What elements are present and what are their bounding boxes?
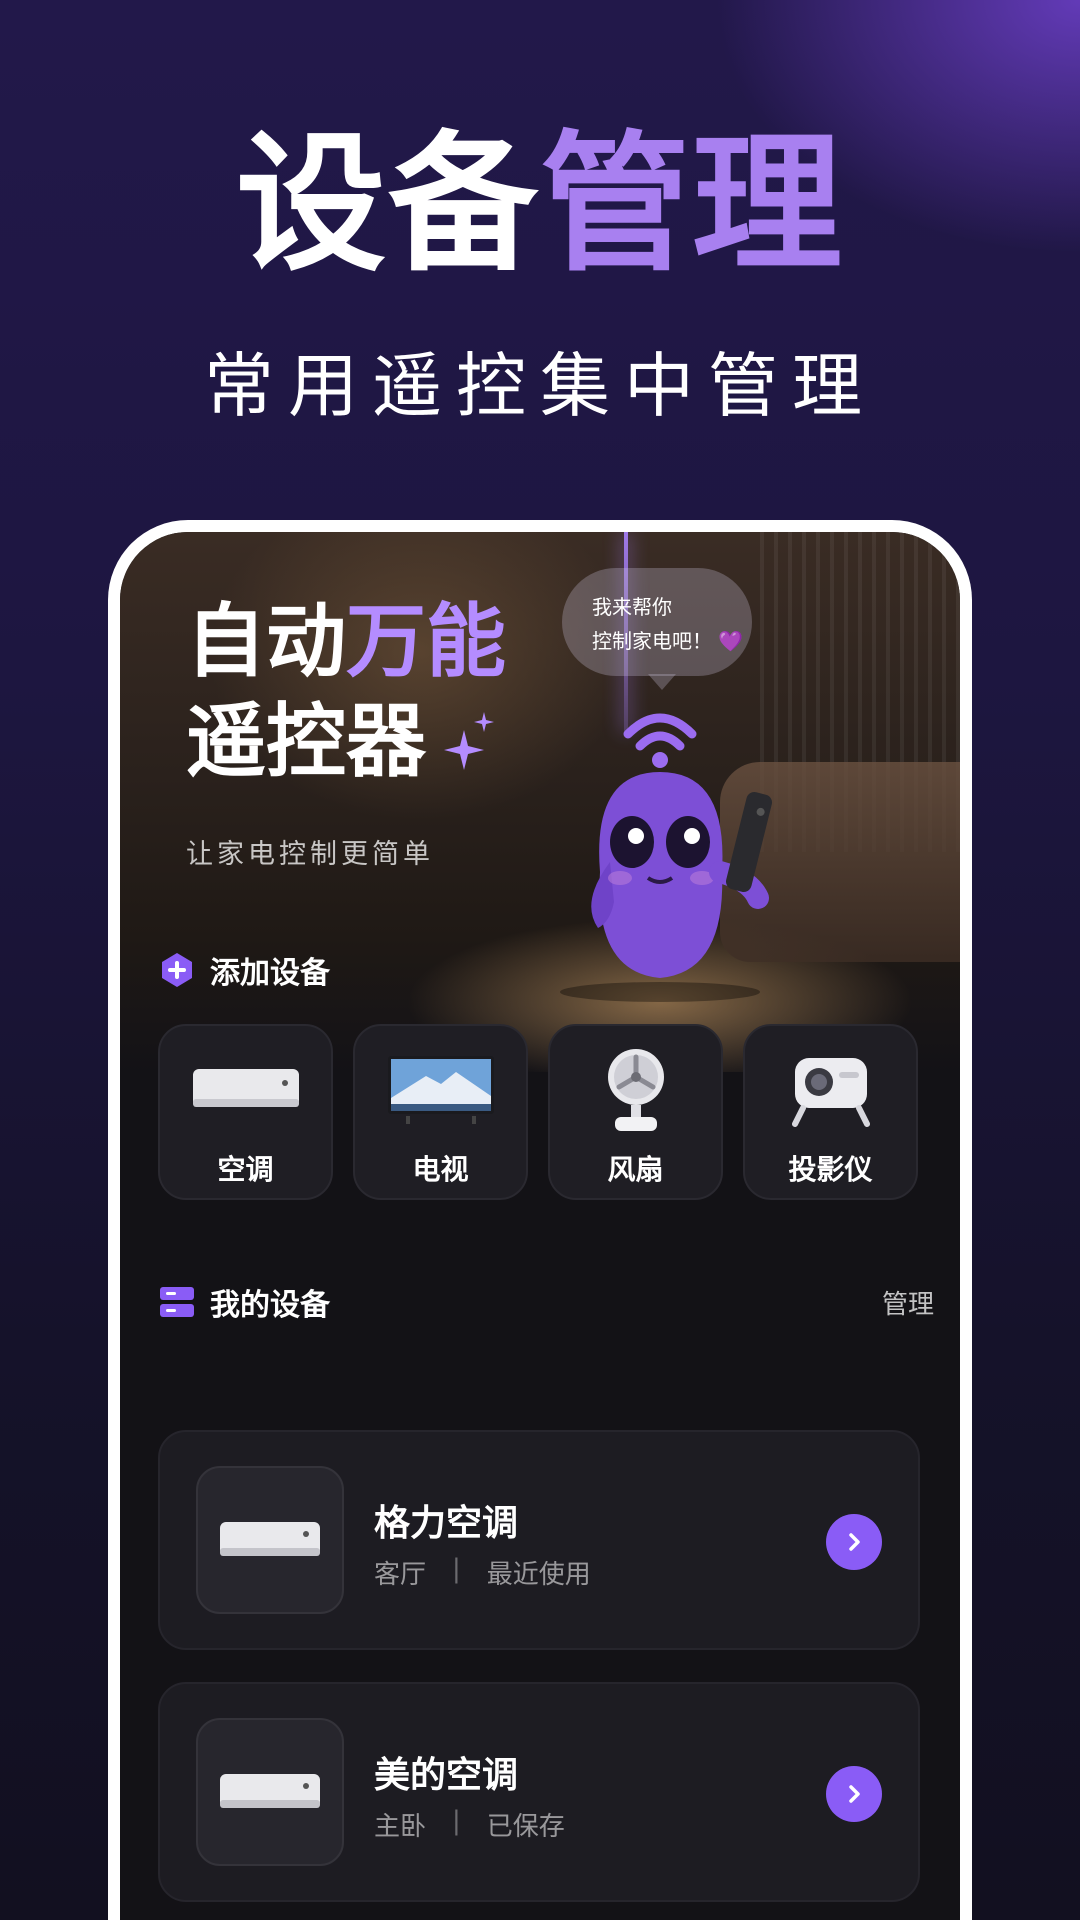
hero-title-line2: 遥控器 — [186, 695, 426, 788]
my-devices-section-title: 我的设备 — [158, 1280, 330, 1324]
device-room: 客厅 — [374, 1560, 427, 1590]
manage-link[interactable]: 管理 — [882, 1284, 934, 1321]
device-list-icon — [160, 1287, 194, 1317]
phone-frame: 自动万能 遥控器 让家电控制更简单 我来帮你 控制家电吧！ 💜 添加设备 空调 … — [108, 520, 972, 1920]
page-subtitle: 常用遥控集中管理 — [204, 345, 876, 427]
device-name: 美的空调 — [374, 1755, 519, 1796]
add-tv-card[interactable]: 电视 — [353, 1024, 528, 1200]
add-card-label: 电视 — [412, 1153, 469, 1186]
hero-subtitle: 让家电控制更简单 — [186, 839, 434, 870]
bubble-line1: 我来帮你 — [592, 595, 672, 619]
add-air-conditioner-card[interactable]: 空调 — [158, 1024, 333, 1200]
add-device-grid: 空调 电视 风扇 投影仪 — [158, 1024, 918, 1204]
add-device-title-text: 添加设备 — [210, 956, 330, 991]
device-card[interactable]: 格力空调 客厅 | 最近使用 — [158, 1430, 920, 1650]
device-status: 最近使用 — [486, 1560, 591, 1590]
add-projector-card[interactable]: 投影仪 — [743, 1024, 918, 1200]
open-device-button[interactable] — [826, 1766, 882, 1822]
add-device-section-title: 添加设备 — [158, 948, 330, 992]
bubble-line2: 控制家电吧！ — [592, 629, 712, 653]
page-headline: 设备管理 — [0, 120, 1080, 290]
hero-title-white: 自动 — [186, 595, 346, 688]
device-room: 主卧 — [374, 1812, 427, 1842]
add-device-icon — [162, 953, 192, 987]
headline-white: 设备 — [235, 118, 540, 292]
add-fan-card[interactable]: 风扇 — [548, 1024, 723, 1200]
chevron-right-icon — [849, 1533, 860, 1551]
device-meta: 主卧 | 已保存 — [374, 1806, 565, 1843]
heart-icon: 💜 — [718, 629, 744, 653]
sparkle-icon — [444, 712, 494, 770]
meta-separator: | — [452, 1554, 461, 1584]
device-card[interactable]: 美的空调 主卧 | 已保存 — [158, 1682, 920, 1902]
speech-bubble: 我来帮你 控制家电吧！ 💜 — [562, 568, 752, 690]
air-conditioner-icon — [220, 1522, 320, 1556]
meta-separator: | — [452, 1806, 461, 1836]
device-status: 已保存 — [486, 1812, 565, 1842]
mascot-robot-icon — [560, 713, 773, 1002]
add-card-label: 空调 — [217, 1153, 274, 1186]
device-meta: 客厅 | 最近使用 — [374, 1554, 591, 1591]
air-conditioner-icon — [220, 1774, 320, 1808]
hero-title-purple: 万能 — [346, 595, 506, 688]
open-device-button[interactable] — [826, 1514, 882, 1570]
chevron-right-icon — [849, 1785, 860, 1803]
fan-icon — [607, 1049, 664, 1131]
hero-title: 自动万能 遥控器 — [186, 592, 506, 792]
projector-icon — [791, 1058, 870, 1127]
tv-icon — [387, 1056, 494, 1124]
add-card-label: 投影仪 — [788, 1153, 873, 1186]
device-thumbnail — [196, 1718, 344, 1866]
device-name: 格力空调 — [374, 1503, 519, 1544]
headline-purple: 管理 — [540, 118, 845, 292]
add-card-label: 风扇 — [607, 1153, 664, 1186]
air-conditioner-icon — [192, 1069, 299, 1107]
my-devices-title-text: 我的设备 — [210, 1288, 330, 1323]
device-thumbnail — [196, 1466, 344, 1614]
